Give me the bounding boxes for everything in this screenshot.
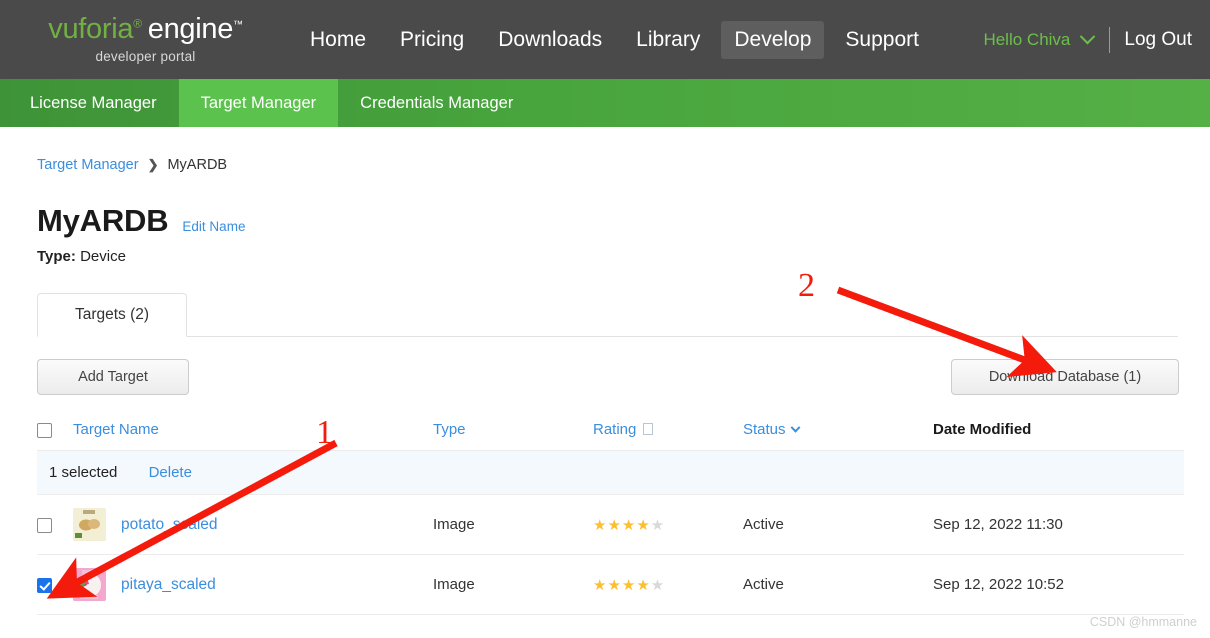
logo-subtitle: developer portal xyxy=(95,49,196,65)
star-rating-icon: ★★★★★ xyxy=(593,516,666,534)
delete-link[interactable]: Delete xyxy=(149,464,192,481)
edit-name-link[interactable]: Edit Name xyxy=(182,219,245,234)
targets-table: Target Name Type Rating Status Date Modi… xyxy=(37,415,1184,615)
table-row[interactable]: pitaya_scaled Image ★★★★★ Active Sep 12,… xyxy=(37,554,1184,615)
subnav-item-target-manager[interactable]: Target Manager xyxy=(178,79,339,127)
row-type: Image xyxy=(433,554,593,615)
target-name-link[interactable]: potato_scaled xyxy=(121,516,218,534)
info-icon[interactable] xyxy=(643,423,654,435)
logout-button[interactable]: Log Out xyxy=(1124,29,1192,51)
header-date-modified[interactable]: Date Modified xyxy=(933,415,1184,451)
table-row[interactable]: potato_scaled Image ★★★★★ Active Sep 12,… xyxy=(37,494,1184,555)
breadcrumb-link-target-manager[interactable]: Target Manager xyxy=(37,157,139,173)
logo-wordmark: vuforia® engine™ xyxy=(48,15,243,44)
nav-item-pricing[interactable]: Pricing xyxy=(387,21,477,59)
breadcrumb: Target Manager ❯ MyARDB xyxy=(37,157,1210,173)
header-rating-label: Rating xyxy=(593,421,637,438)
row-type: Image xyxy=(433,494,593,555)
annotation-label-2: 2 xyxy=(798,267,815,304)
divider xyxy=(1109,26,1111,53)
breadcrumb-separator-icon: ❯ xyxy=(147,157,159,172)
row-checkbox[interactable] xyxy=(37,577,52,593)
row-status: Active xyxy=(743,554,933,615)
header-target-name-label: Target Name xyxy=(73,421,159,438)
secondary-navigation: License Manager Target Manager Credentia… xyxy=(0,79,1210,127)
user-greeting[interactable]: Hello Chiva xyxy=(983,30,1070,50)
target-name-link[interactable]: pitaya_scaled xyxy=(121,576,216,594)
main-content: Target Manager ❯ MyARDB MyARDB Edit Name… xyxy=(0,127,1210,615)
nav-item-home[interactable]: Home xyxy=(297,21,379,59)
registered-mark-icon: ® xyxy=(133,16,142,31)
nav-item-downloads[interactable]: Downloads xyxy=(485,21,615,59)
header-date-modified-label: Date Modified xyxy=(933,421,1032,438)
row-checkbox-cell xyxy=(37,494,73,555)
page-title-row: MyARDB Edit Name xyxy=(37,203,1210,239)
logo-product-text: engine xyxy=(147,13,234,46)
header-type-label: Type xyxy=(433,421,466,438)
potato-image-icon xyxy=(73,508,106,541)
main-navigation: Home Pricing Downloads Library Develop S… xyxy=(297,20,932,59)
subnav-item-license-manager[interactable]: License Manager xyxy=(0,79,179,127)
star-rating-icon: ★★★★★ xyxy=(593,576,666,594)
row-checkbox[interactable] xyxy=(37,517,52,533)
nav-item-develop[interactable]: Develop xyxy=(721,20,825,59)
annotation-label-1: 1 xyxy=(316,414,333,451)
row-rating: ★★★★★ xyxy=(593,494,743,555)
row-status: Active xyxy=(743,494,933,555)
table-header-row: Target Name Type Rating Status Date Modi… xyxy=(37,415,1184,451)
toolbar: Add Target Download Database (1) xyxy=(0,359,1210,415)
selection-bar-cell: 1 selected Delete xyxy=(37,450,1184,495)
tab-targets[interactable]: Targets (2) xyxy=(37,293,187,337)
nav-item-support[interactable]: Support xyxy=(832,21,932,59)
nav-item-library[interactable]: Library xyxy=(623,21,713,59)
subnav-item-credentials-manager[interactable]: Credentials Manager xyxy=(338,79,535,127)
row-rating: ★★★★★ xyxy=(593,554,743,615)
header-status[interactable]: Status xyxy=(743,415,933,451)
select-all-header xyxy=(37,415,73,451)
page-title: MyARDB xyxy=(37,203,169,238)
logo-brand-text: vuforia xyxy=(48,13,134,46)
breadcrumb-current: MyARDB xyxy=(167,157,228,173)
trademark-icon: ™ xyxy=(233,19,243,31)
database-type-label: Type: xyxy=(37,248,76,265)
database-type-value: Device xyxy=(80,248,126,265)
row-name-cell: pitaya_scaled xyxy=(73,554,433,615)
header-status-label: Status xyxy=(743,421,786,438)
vuforia-logo[interactable]: vuforia® engine™ developer portal xyxy=(0,15,255,64)
chevron-down-icon[interactable] xyxy=(1080,28,1096,45)
main-header: vuforia® engine™ developer portal Home Pr… xyxy=(0,0,1210,79)
row-date-modified: Sep 12, 2022 10:52 xyxy=(933,554,1184,615)
chevron-down-icon[interactable] xyxy=(790,422,800,433)
selection-bar-row: 1 selected Delete xyxy=(37,450,1184,495)
tab-strip: Targets (2) xyxy=(0,293,1210,337)
selected-count-label: 1 selected xyxy=(49,464,118,481)
row-checkbox-cell xyxy=(37,554,73,615)
header-rating[interactable]: Rating xyxy=(593,415,743,451)
target-thumbnail[interactable] xyxy=(73,568,106,601)
row-date-modified: Sep 12, 2022 11:30 xyxy=(933,494,1184,555)
watermark: CSDN @hmmanne xyxy=(1089,615,1197,629)
select-all-checkbox[interactable] xyxy=(37,422,52,438)
row-name-cell: potato_scaled xyxy=(73,494,433,555)
page-root: vuforia® engine™ developer portal Home Pr… xyxy=(0,0,1210,638)
header-type[interactable]: Type xyxy=(433,415,593,451)
database-type-row: Type: Device xyxy=(37,248,1210,265)
pitaya-image-icon xyxy=(73,568,106,601)
header-target-name[interactable]: Target Name xyxy=(73,415,433,451)
user-menu-area: Hello Chiva Log Out xyxy=(983,0,1192,79)
add-target-button[interactable]: Add Target xyxy=(37,359,189,395)
download-database-button[interactable]: Download Database (1) xyxy=(951,359,1179,395)
target-thumbnail[interactable] xyxy=(73,508,106,541)
